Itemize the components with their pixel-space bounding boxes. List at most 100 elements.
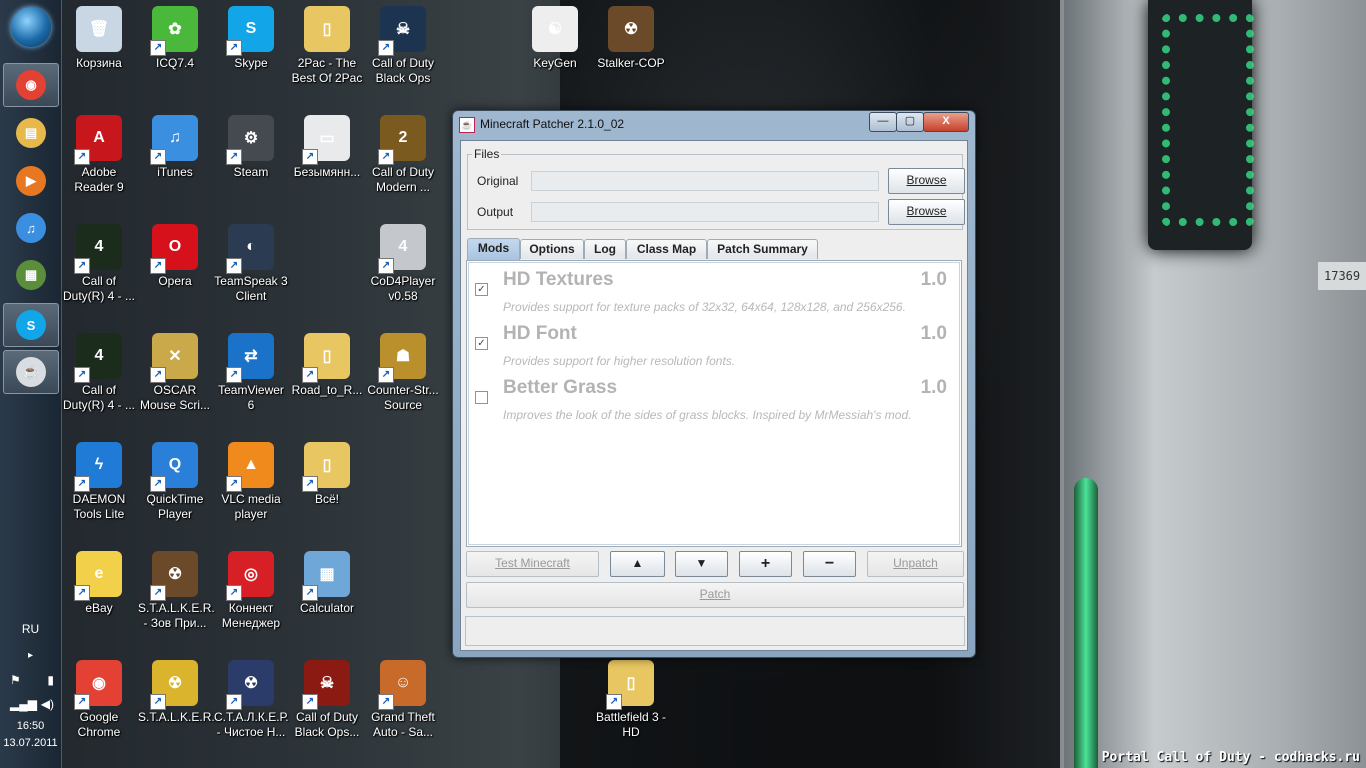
desktop-icon[interactable]: ☺ ↗ Grand Theft Auto - Sa... — [366, 660, 440, 740]
shortcut-arrow-icon: ↗ — [150, 476, 166, 492]
volume-icon[interactable]: ◀) — [41, 697, 54, 711]
desktop-icon[interactable]: 2 ↗ Call of Duty Modern ... — [366, 115, 440, 195]
taskbar-button-explorer[interactable]: ▤ — [3, 112, 59, 154]
desktop-icon-label: eBay — [85, 601, 113, 615]
shortcut-arrow-icon: ↗ — [302, 367, 318, 383]
desktop-icon-label: ICQ7.4 — [155, 56, 194, 70]
desktop-icon[interactable]: ☢ ↗ S.T.A.L.K.E.R. — [138, 660, 215, 725]
wallpaper-green-light — [1074, 478, 1098, 768]
browse-original-button[interactable]: Browse — [888, 168, 965, 194]
media-player-icon: ▶ — [16, 166, 46, 196]
clock-date[interactable]: 13.07.2011 — [0, 737, 61, 749]
desktop-icon-label: Opera — [158, 274, 192, 288]
taskbar-button-media-player[interactable]: ▶ — [3, 160, 59, 202]
gta-icon: ☺ ↗ — [378, 660, 426, 710]
recycle-bin-icon: 🗑 — [76, 6, 122, 52]
taskbar-button-java[interactable]: ☕ — [3, 350, 59, 394]
tab-class-map[interactable]: Class Map — [626, 239, 707, 259]
desktop-icon[interactable]: ☗ ↗ Counter-Str... Source — [366, 333, 440, 413]
flag-icon[interactable]: ⚑ — [10, 673, 21, 687]
minimize-button[interactable]: — — [869, 112, 897, 132]
desktop-icon[interactable]: ✕ ↗ OSCAR Mouse Scri... — [138, 333, 212, 413]
test-minecraft-button[interactable]: Test Minecraft — [466, 551, 599, 577]
move-down-button[interactable]: ▼ — [675, 551, 728, 577]
desktop-icon[interactable]: ◎ ↗ Коннект Менеджер — [214, 551, 288, 631]
desktop-icon[interactable]: e ↗ eBay — [62, 551, 136, 616]
mod-row[interactable]: ✓ HD Textures 1.0 Provides support for t… — [469, 263, 959, 317]
mod-row[interactable]: ✓ HD Font 1.0 Provides support for highe… — [469, 317, 959, 371]
desktop-icon[interactable]: ⚙ ↗ Steam — [214, 115, 288, 180]
desktop-icon[interactable]: A ↗ Adobe Reader 9 — [62, 115, 136, 195]
desktop-icon[interactable]: ♫ ↗ iTunes — [138, 115, 212, 180]
desktop-icon[interactable]: ☢ ↗ S.T.A.L.K.E.R. - Зов При... — [138, 551, 215, 631]
remove-mod-button[interactable]: − — [803, 551, 856, 577]
original-path-field[interactable] — [531, 171, 879, 191]
desktop-icon[interactable]: 4 ↗ Call of Duty(R) 4 - ... — [62, 333, 136, 413]
desktop-icon[interactable]: ϟ ↗ DAEMON Tools Lite — [62, 442, 136, 522]
desktop-icon[interactable]: 🗑 Корзина — [62, 6, 136, 71]
network-icon[interactable]: ▂▄▆ — [10, 697, 37, 711]
close-button[interactable]: X — [923, 112, 969, 132]
skype-icon: S — [16, 310, 46, 340]
add-mod-button[interactable]: + — [739, 551, 792, 577]
desktop-icon[interactable]: ▭ ↗ Безымянн... — [290, 115, 364, 180]
desktop-icon[interactable]: ▯ 2Pac - The Best Of 2Pac — [290, 6, 364, 86]
title-bar[interactable]: ☕ Minecraft Patcher 2.1.0_02 — ▢ X — [453, 111, 975, 137]
start-button[interactable] — [3, 6, 59, 48]
clock-time[interactable]: 16:50 — [0, 720, 61, 732]
taskbar-button-skype[interactable]: S — [3, 303, 59, 347]
desktop-icon-label: iTunes — [157, 165, 193, 179]
desktop-icon[interactable]: ▯ ↗ Всё! — [290, 442, 364, 507]
desktop-icon-label: Всё! — [314, 492, 339, 506]
mod-checkbox[interactable]: ✓ — [475, 283, 488, 296]
desktop-icon[interactable]: ⇄ ↗ TeamViewer 6 — [214, 333, 288, 413]
desktop-icon[interactable]: ▯ ↗ Battlefield 3 - HD — [594, 660, 668, 740]
oscar-icon: ✕ ↗ — [150, 333, 198, 383]
mod-row[interactable]: Better Grass 1.0 Improves the look of th… — [469, 371, 959, 425]
mod-checkbox[interactable]: ✓ — [475, 337, 488, 350]
desktop-icon[interactable]: ▲ ↗ VLC media player — [214, 442, 288, 522]
tab-log[interactable]: Log — [584, 239, 626, 259]
minecraft-icon: ▦ — [16, 260, 46, 290]
language-indicator[interactable]: RU — [0, 622, 61, 636]
mod-description: Improves the look of the sides of grass … — [503, 408, 912, 422]
desktop-icon[interactable]: ◉ ↗ Google Chrome — [62, 660, 136, 740]
cod4player-icon: 4 ↗ — [378, 224, 426, 274]
desktop-icon-label: Steam — [233, 165, 269, 179]
tab-mods[interactable]: Mods — [467, 238, 520, 260]
unpatch-button[interactable]: Unpatch — [867, 551, 964, 577]
desktop-icon-label: TeamSpeak 3 Client — [214, 274, 288, 303]
desktop-icon-label: Безымянн... — [293, 165, 361, 179]
taskbar-button-itunes[interactable]: ♫ — [3, 207, 59, 249]
patch-button[interactable]: Patch — [466, 582, 964, 608]
desktop-icon[interactable]: ☠ ↗ Call of Duty Black Ops... — [290, 660, 364, 740]
desktop-icon[interactable]: ☢ Stalker-COP — [594, 6, 668, 71]
desktop-icon[interactable]: ☯ KeyGen — [518, 6, 592, 71]
show-hidden-icons-arrow-icon[interactable]: ▸ — [0, 650, 61, 661]
tab-patch-summary[interactable]: Patch Summary — [707, 239, 818, 259]
taskbar-button-chrome[interactable]: ◉ — [3, 63, 59, 107]
desktop-icon[interactable]: O ↗ Opera — [138, 224, 212, 289]
desktop-icon[interactable]: ▦ ↗ Calculator — [290, 551, 364, 616]
desktop-icon[interactable]: 4 ↗ Call of Duty(R) 4 - ... — [62, 224, 136, 304]
desktop-icon-label: VLC media player — [221, 492, 281, 521]
browse-output-button[interactable]: Browse — [888, 199, 965, 225]
shortcut-arrow-icon: ↗ — [74, 585, 90, 601]
desktop-icon[interactable]: 4 ↗ CoD4Player v0.58 — [366, 224, 440, 304]
taskbar-button-minecraft[interactable]: ▦ — [3, 254, 59, 296]
desktop-icon[interactable]: S ↗ Skype — [214, 6, 288, 71]
quicktime-icon: Q ↗ — [150, 442, 198, 492]
maximize-button[interactable]: ▢ — [896, 112, 924, 132]
radiation-icon: ☢ ↗ — [150, 660, 198, 710]
desktop-icon[interactable]: ◐ ↗ TeamSpeak 3 Client — [214, 224, 288, 304]
output-path-field[interactable] — [531, 202, 879, 222]
power-icon[interactable]: ▮ — [47, 673, 54, 687]
desktop-icon[interactable]: ☠ ↗ Call of Duty Black Ops — [366, 6, 440, 86]
desktop-icon[interactable]: ☢ ↗ С.Т.А.Л.К.Е.Р. - Чистое Н... — [214, 660, 289, 740]
desktop-icon[interactable]: ✿ ↗ ICQ7.4 — [138, 6, 212, 71]
mod-checkbox[interactable] — [475, 391, 488, 404]
desktop-icon[interactable]: Q ↗ QuickTime Player — [138, 442, 212, 522]
desktop-icon[interactable]: ▯ ↗ Road_to_R... — [290, 333, 364, 398]
tab-options[interactable]: Options — [520, 239, 584, 259]
move-up-button[interactable]: ▲ — [610, 551, 665, 577]
